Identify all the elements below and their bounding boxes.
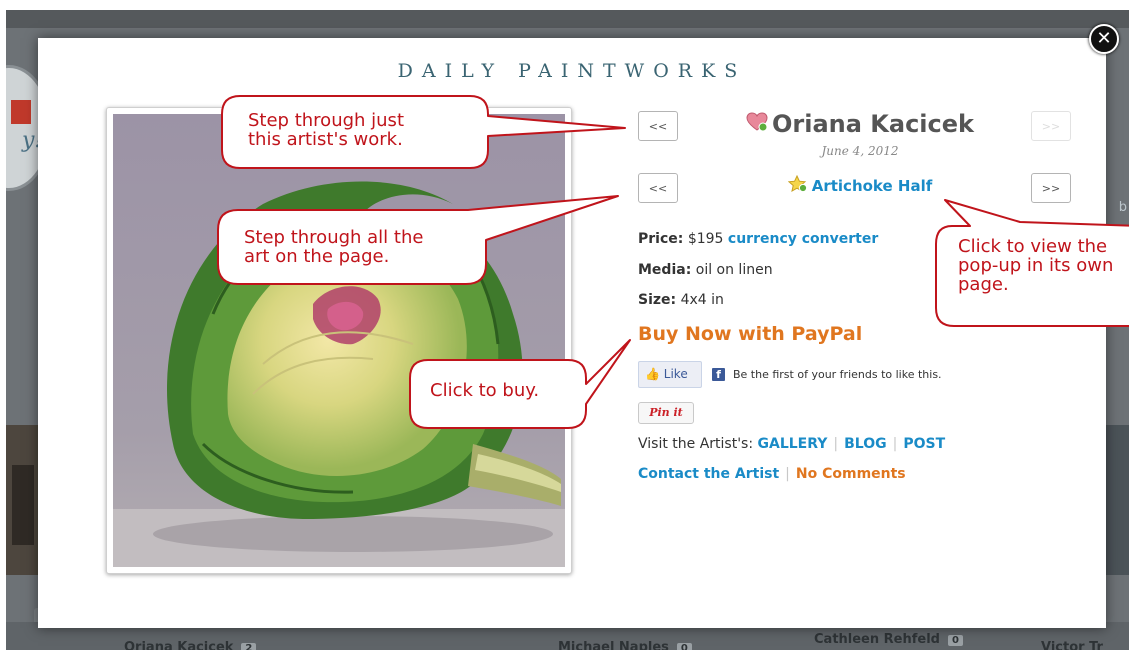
- callout-page-nav-text: Step through all the art on the page.: [244, 228, 423, 266]
- callout-line: Click to buy.: [430, 380, 540, 401]
- callout-line: art on the page.: [244, 246, 390, 267]
- callout-line: page.: [958, 274, 1009, 294]
- callout-overlay: [217, 95, 1129, 429]
- callout-popup-text: Click to view the pop-up in its own page…: [958, 237, 1129, 294]
- callout-line: Step through all the: [244, 227, 424, 248]
- callout-line: Step through just: [248, 110, 404, 131]
- callout-line: Click to view the: [958, 237, 1108, 257]
- callout-line: pop-up in its own: [958, 255, 1114, 276]
- callout-line: this artist's work.: [248, 129, 403, 150]
- callout-buy-text: Click to buy.: [430, 381, 539, 400]
- callout-artist-nav-text: Step through just this artist's work.: [248, 111, 404, 149]
